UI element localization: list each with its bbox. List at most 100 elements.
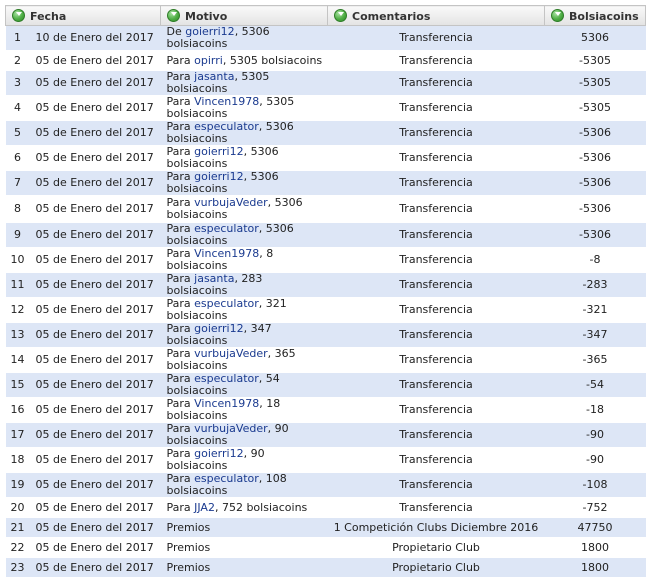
row-comentario: Transferencia — [327, 50, 545, 71]
row-motivo: Para JJA2, 752 bolsiacoins — [160, 497, 328, 518]
motivo-prefix: Para — [166, 53, 195, 67]
table-row: 22 05 de Enero del 2017 Premios Propietario… — [5, 537, 646, 558]
row-balance: -18 — [544, 397, 646, 423]
row-comentario: Transferencia — [327, 120, 545, 146]
row-date: 05 de Enero del 2017 — [29, 70, 161, 96]
row-number: 15 — [5, 372, 30, 398]
row-motivo: Para Vincen1978, 18 bolsiacoins — [160, 397, 328, 423]
row-comentario: Transferencia — [327, 272, 545, 298]
row-motivo: De goierri12, 5306 bolsiacoins — [160, 25, 328, 51]
row-comentario: Transferencia — [327, 297, 545, 323]
row-number: 10 — [5, 247, 30, 273]
row-motivo: Para jasanta, 283 bolsiacoins — [160, 272, 328, 298]
column-header-comentarios[interactable]: Comentarios — [327, 5, 545, 26]
table-row: 3 05 de Enero del 2017 Para jasanta, 5305 … — [5, 70, 646, 96]
row-comentario: Transferencia — [327, 422, 545, 448]
row-motivo: Para Vincen1978, 5305 bolsiacoins — [160, 95, 328, 121]
table-row: 10 05 de Enero del 2017 Para Vincen1978, 8… — [5, 247, 646, 273]
row-date: 05 de Enero del 2017 — [29, 397, 161, 423]
table-row: 14 05 de Enero del 2017 Para vurbujaVeder,… — [5, 347, 646, 373]
row-date: 05 de Enero del 2017 — [29, 422, 161, 448]
row-motivo: Para jasanta, 5305 bolsiacoins — [160, 70, 328, 96]
row-number: 23 — [5, 557, 30, 578]
row-comentario: Transferencia — [327, 347, 545, 373]
row-balance: -321 — [544, 297, 646, 323]
table-row: 23 05 de Enero del 2017 Premios Propietario… — [5, 557, 646, 578]
row-balance: -5306 — [544, 120, 646, 146]
row-number: 1 — [5, 25, 30, 51]
column-header-bolsiacoins[interactable]: Bolsiacoins — [544, 5, 646, 26]
column-header-motivo[interactable]: Motivo — [160, 5, 328, 26]
row-number: 3 — [5, 70, 30, 96]
table-row: 18 05 de Enero del 2017 Para goierri12, 90… — [5, 447, 646, 473]
table-row: 12 05 de Enero del 2017 Para especulator, … — [5, 297, 646, 323]
column-header-label: Comentarios — [352, 9, 431, 23]
table-row: 20 05 de Enero del 2017 Para JJA2, 752 bol… — [5, 497, 646, 518]
motivo-amount: , 752 bolsiacoins — [214, 500, 308, 514]
sort-icon[interactable] — [551, 8, 564, 22]
row-comentario: Transferencia — [327, 170, 545, 196]
row-motivo: Para vurbujaVeder, 365 bolsiacoins — [160, 347, 328, 373]
row-balance: -90 — [544, 422, 646, 448]
row-motivo: Para especulator, 5306 bolsiacoins — [160, 222, 328, 248]
table-row: 17 05 de Enero del 2017 Para vurbujaVeder,… — [5, 422, 646, 448]
row-balance: -5306 — [544, 170, 646, 196]
row-balance: 5306 — [544, 25, 646, 51]
row-date: 05 de Enero del 2017 — [29, 322, 161, 348]
row-date: 05 de Enero del 2017 — [29, 272, 161, 298]
row-comentario: Transferencia — [327, 70, 545, 96]
row-balance: 1800 — [544, 537, 646, 558]
table-body: 1 10 de Enero del 2017 De goierri12, 5306 … — [5, 25, 646, 578]
table-row: 8 05 de Enero del 2017 Para vurbujaVeder, … — [5, 195, 646, 223]
row-number: 22 — [5, 537, 30, 558]
table-row: 7 05 de Enero del 2017 Para goierri12, 530… — [5, 170, 646, 196]
motivo-amount: , 5305 bolsiacoins — [222, 53, 323, 67]
row-comentario: Transferencia — [327, 397, 545, 423]
row-number: 7 — [5, 170, 30, 196]
sort-icon[interactable] — [12, 8, 25, 22]
row-number: 18 — [5, 447, 30, 473]
table-row: 15 05 de Enero del 2017 Para especulator, … — [5, 372, 646, 398]
row-date: 05 de Enero del 2017 — [29, 297, 161, 323]
row-number: 20 — [5, 497, 30, 518]
row-number: 2 — [5, 50, 30, 71]
row-number: 17 — [5, 422, 30, 448]
row-number: 8 — [5, 195, 30, 223]
row-motivo: Para goierri12, 90 bolsiacoins — [160, 447, 328, 473]
row-balance: -5305 — [544, 70, 646, 96]
row-number: 14 — [5, 347, 30, 373]
row-date: 05 de Enero del 2017 — [29, 222, 161, 248]
row-date: 05 de Enero del 2017 — [29, 557, 161, 578]
row-motivo: Para especulator, 108 bolsiacoins — [160, 472, 328, 498]
sort-icon[interactable] — [334, 8, 347, 22]
row-motivo: Para especulator, 321 bolsiacoins — [160, 297, 328, 323]
row-motivo: Para opirri, 5305 bolsiacoins — [160, 50, 328, 71]
user-link[interactable]: JJA2 — [194, 501, 215, 514]
row-motivo: Para goierri12, 347 bolsiacoins — [160, 322, 328, 348]
row-number: 19 — [5, 472, 30, 498]
row-date: 10 de Enero del 2017 — [29, 25, 161, 51]
sort-icon[interactable] — [167, 8, 180, 22]
row-comentario: Transferencia — [327, 497, 545, 518]
row-number: 5 — [5, 120, 30, 146]
row-balance: -54 — [544, 372, 646, 398]
row-comentario: Transferencia — [327, 95, 545, 121]
row-motivo: Premios — [160, 537, 328, 558]
table-row: 1 10 de Enero del 2017 De goierri12, 5306 … — [5, 25, 646, 51]
row-date: 05 de Enero del 2017 — [29, 497, 161, 518]
table-row: 19 05 de Enero del 2017 Para especulator, … — [5, 472, 646, 498]
row-date: 05 de Enero del 2017 — [29, 472, 161, 498]
user-link[interactable]: opirri — [194, 54, 223, 67]
row-comentario: Transferencia — [327, 372, 545, 398]
row-comentario: Transferencia — [327, 472, 545, 498]
row-comentario: Transferencia — [327, 447, 545, 473]
row-number: 16 — [5, 397, 30, 423]
column-header-fecha[interactable]: Fecha — [5, 5, 161, 26]
row-balance: -108 — [544, 472, 646, 498]
row-motivo: Premios — [160, 517, 328, 538]
table-row: 6 05 de Enero del 2017 Para goierri12, 530… — [5, 145, 646, 171]
row-comentario: Propietario Club — [327, 557, 545, 578]
row-balance: -90 — [544, 447, 646, 473]
row-comentario: Propietario Club — [327, 537, 545, 558]
row-comentario: Transferencia — [327, 222, 545, 248]
